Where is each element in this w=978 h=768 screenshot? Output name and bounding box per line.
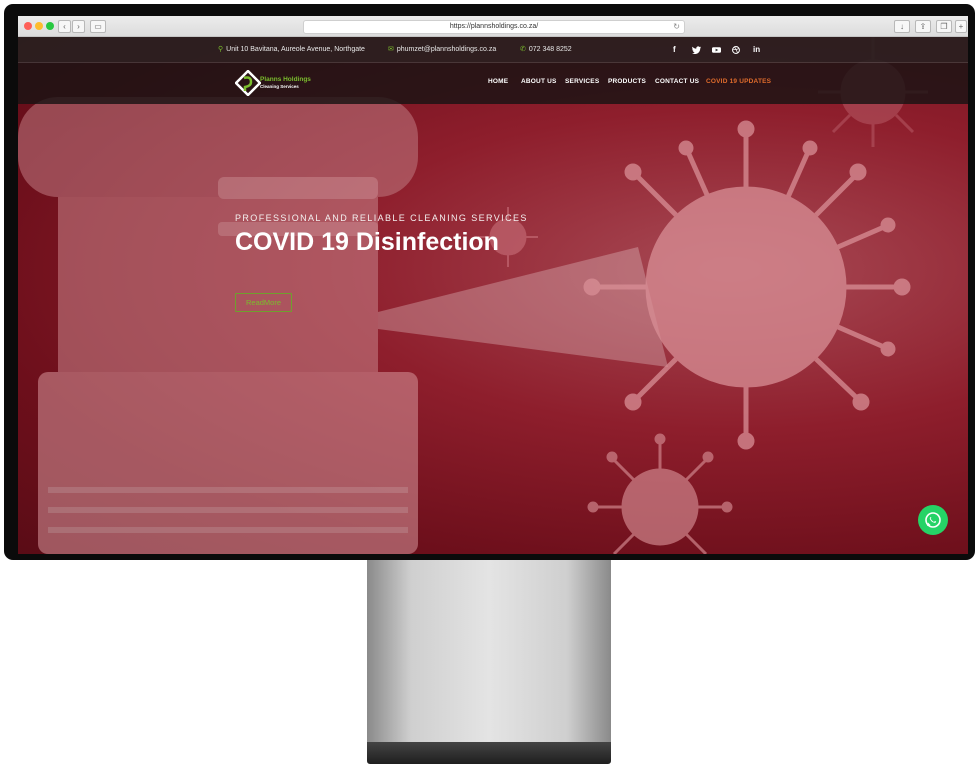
address-info: ⚲ Unit 10 Bavitana, Aureole Avenue, North… bbox=[218, 37, 365, 62]
twitter-icon[interactable] bbox=[692, 37, 701, 62]
address-text: Unit 10 Bavitana, Aureole Avenue, Northg… bbox=[226, 46, 365, 53]
nav-item-products[interactable]: PRODUCTS bbox=[608, 78, 646, 85]
spray-bottle-illustration bbox=[18, 97, 418, 554]
nav-item-about[interactable]: ABOUT US bbox=[521, 78, 557, 85]
download-icon[interactable]: ↓ bbox=[894, 20, 910, 33]
monitor-stand-base bbox=[367, 742, 611, 764]
whatsapp-button[interactable] bbox=[918, 505, 948, 535]
logo-mark-icon bbox=[235, 70, 261, 96]
facebook-icon[interactable]: f bbox=[673, 37, 676, 62]
back-button[interactable]: ‹ bbox=[58, 20, 71, 33]
site-logo[interactable]: Planns Holdings Cleaning Services bbox=[235, 70, 311, 96]
url-text: https://plannsholdings.co.za/ bbox=[449, 23, 539, 30]
main-navbar: Planns Holdings Cleaning Services HOME A… bbox=[18, 62, 968, 104]
reload-icon[interactable]: ↻ bbox=[673, 21, 680, 33]
tabs-icon[interactable]: ❐ bbox=[936, 20, 952, 33]
top-info-bar: ⚲ Unit 10 Bavitana, Aureole Avenue, North… bbox=[18, 37, 968, 62]
phone-icon: ✆ bbox=[520, 46, 526, 53]
logo-tagline: Cleaning Services bbox=[260, 84, 299, 89]
phone-text[interactable]: 072 348 8252 bbox=[529, 46, 572, 53]
sidebar-toggle-button[interactable]: ▭ bbox=[90, 20, 106, 33]
phone-info[interactable]: ✆ 072 348 8252 bbox=[520, 37, 572, 62]
email-text[interactable]: phumzet@plannsholdings.co.za bbox=[397, 46, 496, 53]
forward-button[interactable]: › bbox=[72, 20, 85, 33]
browser-toolbar: ‹ › ▭ https://plannsholdings.co.za/ ↻ ↓ … bbox=[18, 16, 968, 37]
share-icon[interactable]: ⇪ bbox=[915, 20, 931, 33]
minimize-window-button[interactable] bbox=[35, 22, 43, 30]
hero-illustration bbox=[18, 37, 928, 554]
website-viewport: ⚲ Unit 10 Bavitana, Aureole Avenue, North… bbox=[18, 37, 968, 554]
hero-headline: COVID 19 Disinfection bbox=[235, 228, 499, 256]
nav-item-services[interactable]: SERVICES bbox=[565, 78, 599, 85]
new-tab-button[interactable]: + bbox=[955, 20, 967, 33]
address-bar[interactable]: https://plannsholdings.co.za/ ↻ bbox=[303, 20, 685, 34]
linkedin-icon[interactable]: in bbox=[753, 37, 760, 62]
zoom-window-button[interactable] bbox=[46, 22, 54, 30]
hero-eyebrow: PROFESSIONAL AND RELIABLE CLEANING SERVI… bbox=[235, 213, 528, 223]
monitor-stand bbox=[367, 560, 611, 750]
dribbble-icon[interactable] bbox=[732, 37, 740, 62]
browser-window: ‹ › ▭ https://plannsholdings.co.za/ ↻ ↓ … bbox=[18, 16, 968, 554]
close-window-button[interactable] bbox=[24, 22, 32, 30]
virus-illustration-small bbox=[587, 433, 733, 554]
email-info[interactable]: ✉ phumzet@plannsholdings.co.za bbox=[388, 37, 496, 62]
nav-item-covid-updates[interactable]: COVID 19 UPDATES bbox=[706, 78, 771, 85]
nav-item-contact[interactable]: CONTACT US bbox=[655, 78, 699, 85]
nav-item-home[interactable]: HOME bbox=[488, 78, 508, 85]
map-pin-icon: ⚲ bbox=[218, 46, 224, 53]
virus-illustration-large bbox=[583, 120, 911, 450]
read-more-button[interactable]: ReadMore bbox=[235, 293, 292, 312]
whatsapp-icon bbox=[925, 512, 941, 528]
logo-name: Planns Holdings bbox=[260, 76, 311, 83]
hero-background bbox=[18, 37, 968, 554]
youtube-icon[interactable] bbox=[712, 37, 721, 62]
spray-mist bbox=[378, 247, 668, 367]
envelope-icon: ✉ bbox=[388, 46, 394, 53]
monitor-bezel: ‹ › ▭ https://plannsholdings.co.za/ ↻ ↓ … bbox=[4, 4, 975, 560]
